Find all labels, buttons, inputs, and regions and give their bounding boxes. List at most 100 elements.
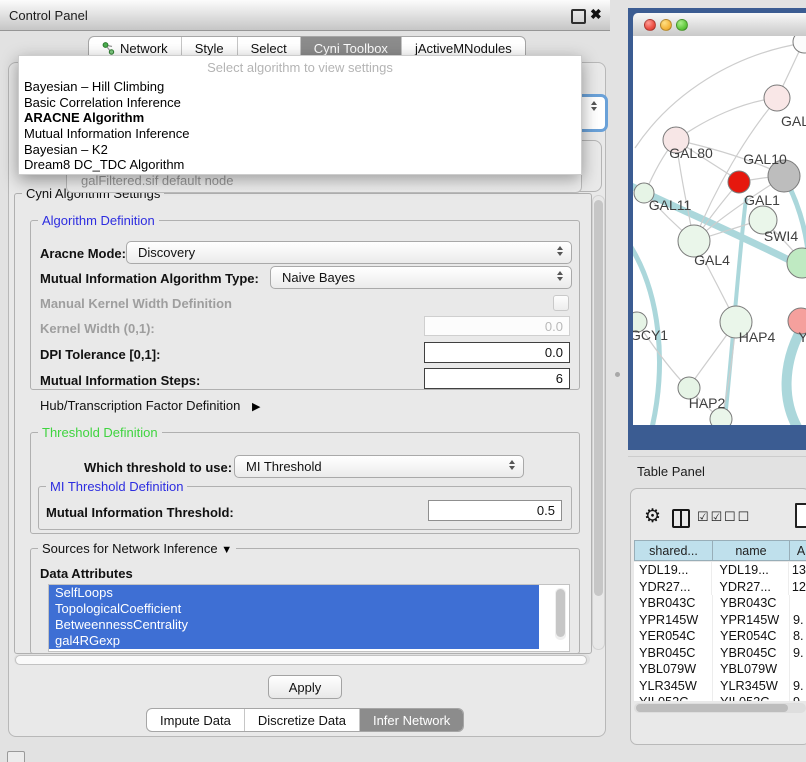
data-attributes-list-items: SelfLoopsTopologicalCoefficientBetweenne… [49,585,569,649]
table-row[interactable]: YBL079WYBL079W [634,661,806,678]
tab-label: Select [251,41,287,56]
table-row[interactable]: YLR345WYLR345W9. [634,678,806,695]
tab-infer-network[interactable]: Infer Network [359,709,463,731]
scrollbar-thumb[interactable] [594,200,603,596]
mi-type-combo[interactable]: Naive Bayes [270,266,572,289]
deselect-all-checkboxes-icon[interactable]: ☐☐ [724,509,751,525]
minimized-panel-icon[interactable] [7,751,25,762]
close-icon[interactable]: ✖ [590,6,602,23]
table-row[interactable]: YIL052CYIL052C9 [634,694,806,701]
algorithm-menu-item[interactable]: Basic Correlation Inference [19,95,581,111]
stepper-icon [509,460,515,470]
network-window-titlebar[interactable] [633,13,806,37]
table-cell: 8. [790,628,804,645]
dpi-tolerance-label: DPI Tolerance [0,1]: [40,347,160,362]
algorithm-menu-item[interactable]: Dream8 DC_TDC Algorithm [19,157,581,173]
mi-steps-input[interactable]: 6 [424,368,570,389]
scrollbar-thumb[interactable] [556,589,565,637]
table-cell: YIL052C [634,694,713,701]
manual-kernel-checkbox[interactable] [553,295,569,311]
table-row[interactable]: YBR043CYBR043C [634,595,806,612]
tab-label: Infer Network [373,713,450,728]
sources-title-toggle[interactable]: Sources for Network Inference ▼ [38,541,236,556]
tab-label: Cyni Toolbox [314,41,388,56]
divider-handle[interactable] [615,372,620,377]
table-row[interactable]: YDL19...YDL19...13 [634,562,806,579]
node-label: SWI4 [764,228,798,244]
algorithm-menu-item[interactable]: Bayesian – K2 [19,142,581,158]
table-cell: 9. [790,612,804,629]
mi-threshold-input[interactable]: 0.5 [428,500,562,521]
list-vertical-scrollbar[interactable] [555,588,566,640]
hub-section-toggle[interactable]: Hub/Transcription Factor Definition ▶ [40,398,260,413]
kernel-width-input[interactable]: 0.0 [424,316,570,336]
algorithm-menu-list: Bayesian – Hill ClimbingBasic Correlatio… [19,79,581,173]
attribute-list-item[interactable]: gal4RGexp [49,633,539,649]
minimize-traffic-light[interactable] [660,19,672,31]
stepper-icon [557,246,563,256]
apply-button[interactable]: Apply [268,675,342,699]
table-cell: YBR043C [713,595,790,612]
import-table-icon[interactable] [795,503,806,528]
table-row[interactable]: YDR27...YDR27...12 [634,579,806,596]
algorithm-menu-item[interactable]: Bayesian – Hill Climbing [19,79,581,95]
table-row[interactable]: YER054CYER054C8. [634,628,806,645]
algorithm-menu-item[interactable]: ARACNE Algorithm [19,110,581,126]
table-cell: YPR145W [713,612,790,629]
node-label: GAL10 [743,151,787,167]
node-label: HAP4 [739,329,776,345]
table-cell: YBL079W [713,661,790,678]
float-icon[interactable] [571,9,586,24]
which-threshold-combo[interactable]: MI Threshold [234,455,524,478]
table-cell: YBR045C [634,645,713,662]
scrollbar-thumb[interactable] [15,655,587,665]
table-cell: 9. [790,678,804,695]
dpi-tolerance-input[interactable]: 0.0 [424,342,570,363]
algorithm-dropdown-prompt: Select algorithm to view settings [19,56,581,79]
table-row[interactable]: YPR145WYPR145W9. [634,612,806,629]
node-red[interactable] [728,171,750,193]
node-swi4[interactable] [787,248,806,278]
network-table-selector-value: galFiltered.sif default node [81,173,233,188]
stepper-icon [591,101,597,111]
column-header-partial[interactable]: A [789,540,806,561]
columns-icon[interactable] [672,509,690,528]
gear-icon[interactable]: ⚙ [644,505,661,528]
select-all-checkboxes-icon[interactable]: ☑☑ [697,509,724,525]
node-label: Y [798,329,806,345]
node-label: GAL [781,113,806,129]
algorithm-definition-title: Algorithm Definition [38,213,159,228]
node-gal7[interactable] [764,85,790,111]
tab-label: Style [195,41,224,56]
algorithm-menu-item[interactable]: Mutual Information Inference [19,126,581,142]
divider [628,456,806,457]
node[interactable] [793,36,806,53]
zoom-traffic-light[interactable] [676,19,688,31]
node-label: GAL80 [669,145,713,161]
attribute-list-item[interactable]: SelfLoops [49,585,539,601]
table-cell: YLR345W [713,678,790,695]
tab-discretize-data[interactable]: Discretize Data [244,709,359,731]
aracne-mode-label: Aracne Mode: [40,246,126,261]
close-traffic-light[interactable] [644,19,656,31]
tab-impute-data[interactable]: Impute Data [147,709,244,731]
network-canvas[interactable]: GALGAL80GAL10GAL1GAL11SWI4GAL4GCY1HAP4YH… [633,36,806,425]
table-row[interactable]: YBR045CYBR045C9. [634,645,806,662]
attribute-list-item[interactable]: TopologicalCoefficient [49,601,539,617]
settings-vertical-scrollbar[interactable] [592,195,605,650]
which-threshold-value: MI Threshold [246,459,322,474]
table-cell: 12 [789,579,806,596]
panel-divider[interactable] [610,0,628,762]
aracne-mode-combo[interactable]: Discovery [126,241,572,264]
attribute-list-item[interactable]: BetweennessCentrality [49,617,539,633]
table-horizontal-scrollbar[interactable] [634,703,806,713]
sources-title: Sources for Network Inference [42,541,218,556]
column-header-shared-name[interactable]: shared... [634,540,713,561]
aracne-mode-value: Discovery [138,245,195,260]
column-header-name[interactable]: name [712,540,790,561]
scrollbar-thumb[interactable] [636,704,788,712]
table-cell: 13 [789,562,806,579]
settings-horizontal-scrollbar[interactable] [14,654,590,665]
table-cell: YBR043C [634,595,713,612]
node-label: GAL11 [649,197,692,213]
